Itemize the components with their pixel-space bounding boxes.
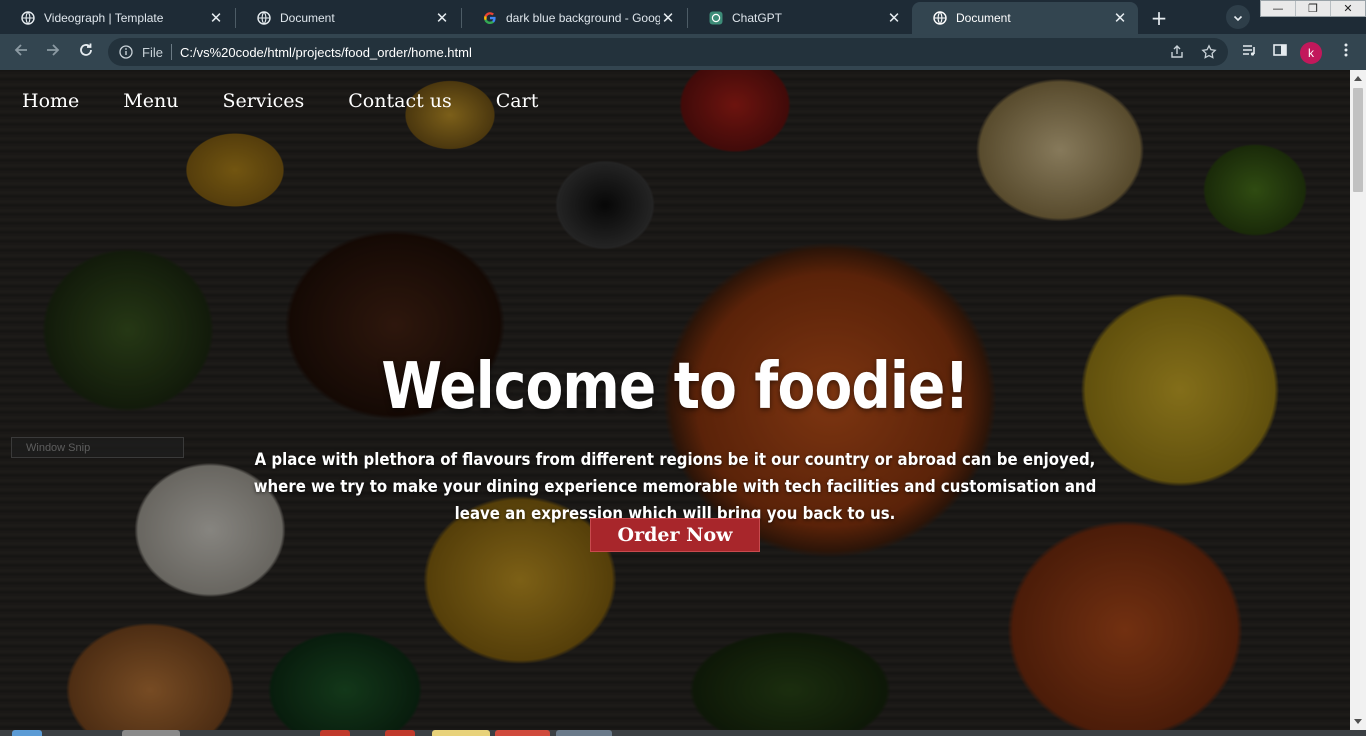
nav-menu[interactable]: Menu <box>123 90 178 120</box>
forward-button[interactable] <box>42 41 64 63</box>
scheme-label: File <box>142 44 163 60</box>
order-now-button[interactable]: Order Now <box>590 518 760 552</box>
back-button[interactable] <box>10 41 32 63</box>
address-bar[interactable]: File C:/vs%20code/html/projects/food_ord… <box>108 38 1228 66</box>
minimize-button[interactable]: — <box>1261 1 1295 16</box>
nav-contact-us[interactable]: Contact us <box>348 90 451 120</box>
close-icon[interactable]: ✕ <box>886 10 902 27</box>
tab-document[interactable]: Document ✕ <box>236 2 460 34</box>
browser-toolbar: File C:/vs%20code/html/projects/food_ord… <box>0 34 1366 70</box>
tab-title: Document <box>956 11 1011 25</box>
main-nav: Home Menu Services Contact us Cart <box>0 90 560 120</box>
close-icon[interactable]: ✕ <box>660 10 676 27</box>
taskbar-app-icon[interactable] <box>385 730 415 736</box>
address-divider <box>170 44 172 60</box>
taskbar-app-icon[interactable] <box>122 730 180 736</box>
info-icon[interactable] <box>118 44 134 60</box>
globe-icon <box>932 10 948 26</box>
nav-home[interactable]: Home <box>22 90 79 120</box>
tab-search-button[interactable] <box>1226 5 1250 29</box>
chatgpt-icon <box>708 10 724 26</box>
close-icon[interactable]: ✕ <box>434 10 450 27</box>
tab-document-active[interactable]: Document ✕ <box>912 2 1138 34</box>
page-viewport: Home Menu Services Contact us Cart Windo… <box>0 70 1350 730</box>
arrow-right-icon <box>45 42 61 62</box>
hero-tagline: A place with plethora of flavours from d… <box>253 450 1097 524</box>
menu-button[interactable] <box>1334 40 1358 64</box>
scroll-down-arrow-icon[interactable] <box>1350 714 1366 730</box>
hero-heading: Welcome to foodie! <box>381 350 969 424</box>
close-icon[interactable]: ✕ <box>1112 10 1128 27</box>
taskbar-app-icon[interactable] <box>432 730 490 736</box>
tab-strip: Videograph | Template ✕ Document ✕ dark … <box>0 0 1366 34</box>
close-window-button[interactable]: ✕ <box>1330 1 1365 16</box>
side-panel-icon <box>1272 42 1288 62</box>
scroll-up-arrow-icon[interactable] <box>1350 70 1366 86</box>
url-text[interactable]: C:/vs%20code/html/projects/food_order/ho… <box>180 45 1164 60</box>
tab-google-search[interactable]: dark blue background - Google ✕ <box>462 2 686 34</box>
media-queue-icon <box>1241 42 1257 62</box>
tab-title: ChatGPT <box>732 11 783 25</box>
tab-title: Videograph | Template <box>44 11 164 25</box>
bookmark-star-icon[interactable] <box>1196 39 1222 65</box>
nav-cart[interactable]: Cart <box>496 90 539 120</box>
reload-button[interactable] <box>75 41 97 63</box>
window-snip-overlay: Window Snip <box>11 437 184 458</box>
taskbar-app-icon[interactable] <box>320 730 350 736</box>
tab-title: dark blue background - Google <box>506 11 660 25</box>
taskbar-app-icon[interactable] <box>495 730 550 736</box>
os-taskbar <box>0 730 1366 736</box>
tab-title: Document <box>280 11 335 25</box>
nav-services[interactable]: Services <box>222 90 304 120</box>
google-icon <box>482 10 498 26</box>
globe-icon <box>256 10 272 26</box>
arrow-left-icon <box>13 42 29 62</box>
profile-avatar[interactable]: k <box>1300 42 1322 64</box>
side-panel-button[interactable] <box>1268 40 1292 64</box>
new-tab-button[interactable]: + <box>1147 6 1171 30</box>
tab-videograph[interactable]: Videograph | Template ✕ <box>0 2 234 34</box>
reading-list-button[interactable] <box>1237 40 1261 64</box>
globe-icon <box>20 10 36 26</box>
scrollbar-thumb[interactable] <box>1353 88 1363 192</box>
reload-icon <box>78 42 94 62</box>
taskbar-start-icon[interactable] <box>12 730 42 736</box>
window-controls: — ❐ ✕ <box>1260 0 1366 17</box>
share-icon[interactable] <box>1164 39 1190 65</box>
restore-button[interactable]: ❐ <box>1295 1 1330 16</box>
taskbar-app-icon[interactable] <box>556 730 612 736</box>
close-icon[interactable]: ✕ <box>208 10 224 27</box>
tab-chatgpt[interactable]: ChatGPT ✕ <box>688 2 912 34</box>
chevron-down-icon <box>1233 8 1243 27</box>
vertical-scrollbar[interactable] <box>1350 70 1366 730</box>
kebab-menu-icon <box>1338 42 1354 62</box>
